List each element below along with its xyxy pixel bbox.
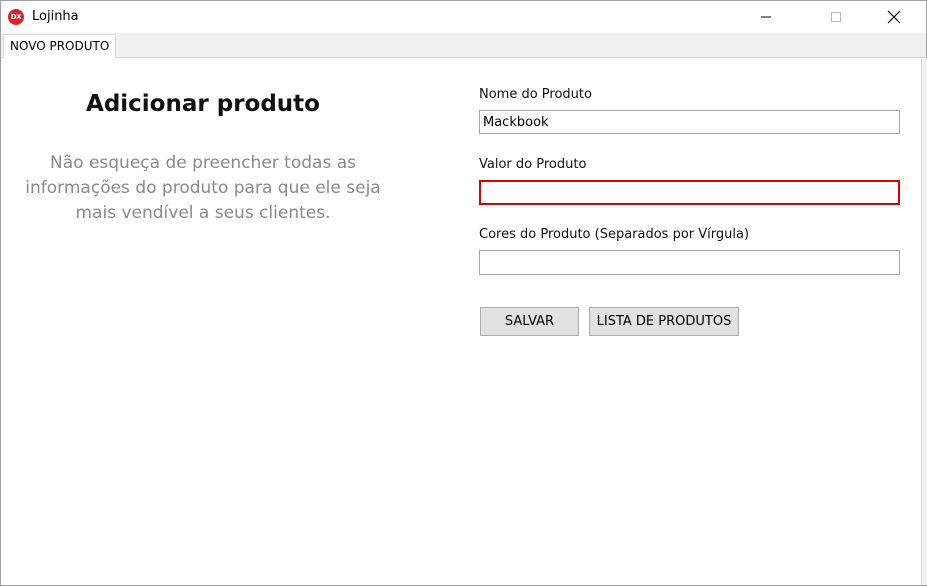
product-price-input[interactable] — [479, 180, 900, 205]
product-colors-label: Cores do Produto (Separados por Vírgula) — [479, 227, 750, 242]
maximize-button[interactable] — [813, 1, 859, 33]
product-colors-input[interactable] — [479, 250, 900, 275]
page-description: Não esqueça de preencher todas as inform… — [25, 153, 381, 223]
tab-strip: NOVO PRODUTO — [1, 33, 926, 58]
page-heading: Adicionar produto — [86, 91, 320, 117]
product-name-input[interactable] — [479, 110, 900, 134]
close-icon — [887, 10, 901, 24]
product-name-label: Nome do Produto — [479, 87, 592, 102]
minimize-icon — [761, 16, 771, 18]
maximize-icon — [831, 12, 841, 22]
window-right-edge — [921, 58, 927, 585]
save-button[interactable]: SALVAR — [480, 307, 579, 336]
window-title: Lojinha — [32, 9, 79, 24]
title-bar[interactable]: DX Lojinha — [1, 1, 926, 33]
minimize-button[interactable] — [743, 1, 789, 33]
app-window: DX Lojinha NOVO PRODUTO Adicionar produt… — [0, 0, 927, 586]
app-logo-icon: DX — [8, 9, 24, 25]
tab-novo-produto[interactable]: NOVO PRODUTO — [3, 34, 117, 58]
product-price-label: Valor do Produto — [479, 157, 587, 172]
product-list-button[interactable]: LISTA DE PRODUTOS — [589, 307, 739, 336]
close-button[interactable] — [871, 1, 917, 33]
